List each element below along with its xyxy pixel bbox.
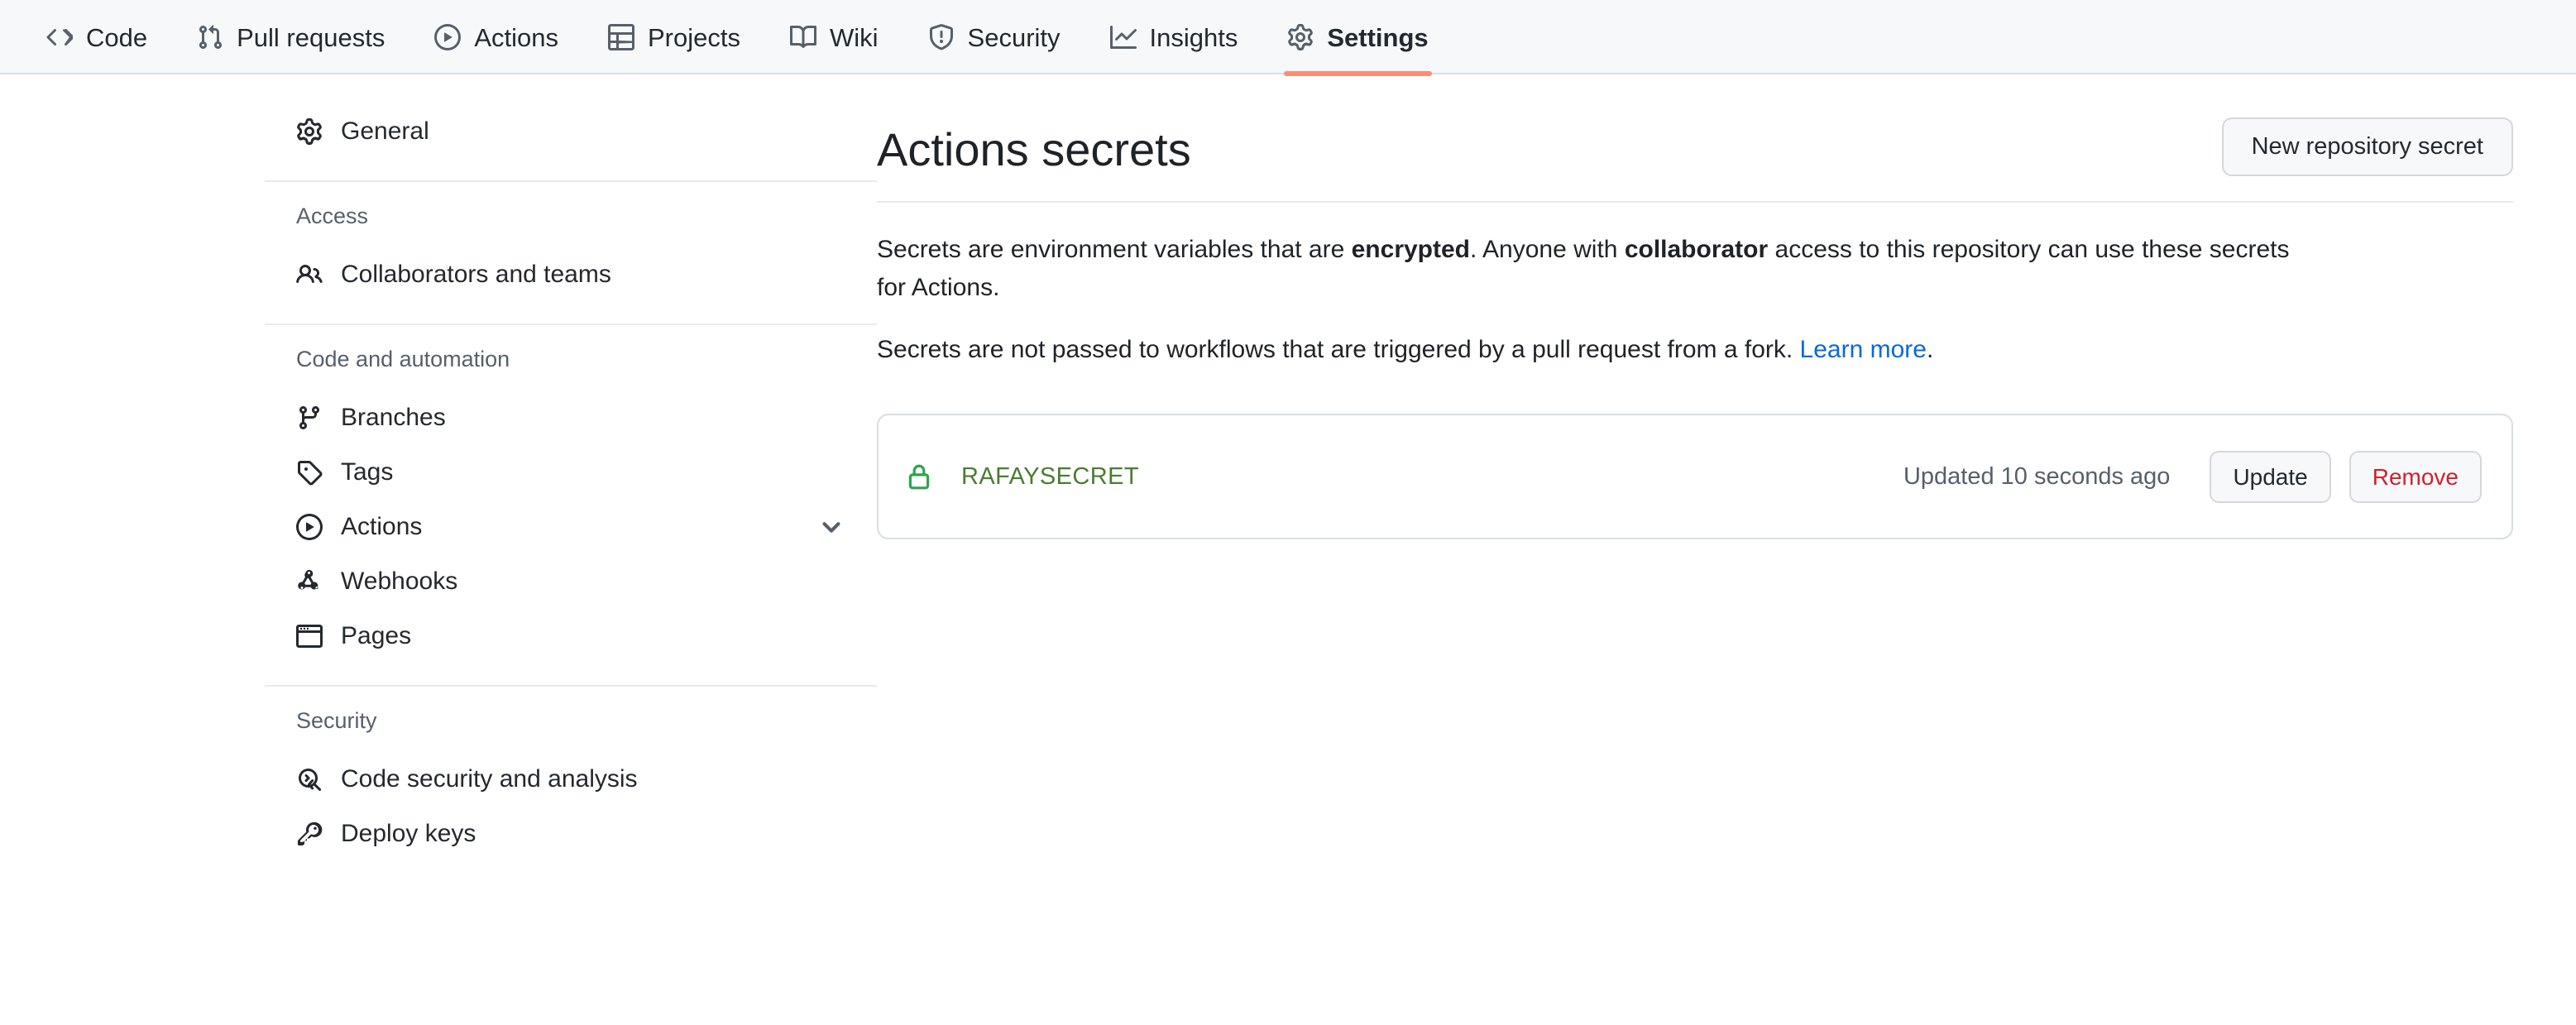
book-icon — [789, 24, 816, 50]
repo-tab-code[interactable]: Code — [22, 0, 172, 74]
desc1-bold-collaborator: collaborator — [1624, 235, 1769, 263]
desc1-part1: Secrets are environment variables that a… — [877, 235, 1352, 263]
main-header: Actions secrets New repository secret — [877, 106, 2513, 203]
sidebar-divider — [265, 323, 877, 325]
secret-name[interactable]: RAFAYSECRET — [961, 463, 1139, 491]
sidebar-item-deploy-keys[interactable]: Deploy keys — [265, 807, 877, 861]
sidebar-group-title-security: Security — [296, 708, 377, 733]
repo-tab-insights[interactable]: Insights — [1085, 0, 1263, 74]
secrets-description-fork: Secrets are not passed to workflows that… — [877, 331, 2300, 370]
chevron-down-icon — [819, 515, 844, 539]
play-circle-icon — [296, 514, 323, 540]
key-icon — [296, 821, 323, 847]
sidebar-item-tags[interactable]: Tags — [265, 445, 877, 500]
codescan-icon — [296, 766, 323, 793]
sidebar-item-label: Deploy keys — [341, 820, 476, 847]
secret-row: RAFAYSECRET Updated 10 seconds ago Update R… — [877, 414, 2513, 540]
main-content: Actions secrets New repository secret Se… — [877, 104, 2576, 861]
repo-tab-label: Pull requests — [237, 22, 385, 52]
update-secret-button[interactable]: Update — [2210, 450, 2331, 504]
sidebar-item-code-security-and-analysis[interactable]: Code security and analysis — [265, 752, 877, 807]
page-title: Actions secrets — [877, 123, 1191, 175]
repo-tab-label: Actions — [474, 22, 558, 52]
repo-tab-label: Insights — [1149, 22, 1238, 52]
shield-alert-icon — [928, 24, 955, 50]
repo-tab-label: Wiki — [829, 22, 879, 52]
sidebar-divider — [265, 685, 877, 687]
browser-icon — [296, 623, 323, 649]
repo-tab-pull-requests[interactable]: Pull requests — [172, 0, 409, 74]
sidebar-item-label: Webhooks — [341, 568, 458, 595]
repo-nav: Code Pull requests Actions Projects Wiki Secu… — [0, 0, 2576, 76]
page-body: General Access Collaborators and teams Code… — [0, 74, 2576, 861]
sidebar-item-label: Pages — [341, 622, 412, 649]
active-tab-underline — [1284, 71, 1432, 76]
git-pull-request-icon — [197, 24, 223, 50]
sidebar-item-branches[interactable]: Branches — [265, 390, 877, 445]
repo-tab-actions[interactable]: Actions — [409, 0, 583, 74]
secrets-list: RAFAYSECRET Updated 10 seconds ago Update R… — [877, 414, 2513, 540]
repo-nav-header: Code Pull requests Actions Projects Wiki Secu… — [0, 0, 2576, 76]
remove-secret-button[interactable]: Remove — [2349, 450, 2482, 504]
sidebar-item-label: Collaborators and teams — [341, 261, 611, 288]
graph-icon — [1109, 24, 1137, 50]
desc2-part2: . — [1926, 335, 1934, 363]
lock-icon — [905, 462, 933, 491]
sidebar-item-collaborators-and-teams[interactable]: Collaborators and teams — [265, 247, 877, 302]
sidebar-divider — [265, 180, 877, 182]
secret-identity: RAFAYSECRET — [905, 462, 1903, 491]
new-repository-secret-button[interactable]: New repository secret — [2221, 117, 2513, 176]
sidebar-group-title-access: Access — [296, 204, 369, 228]
sidebar-item-label: Branches — [341, 404, 446, 431]
sidebar-item-label: General — [341, 117, 429, 145]
repo-tab-label: Security — [967, 22, 1061, 52]
repo-tab-label: Projects — [648, 22, 740, 52]
webhook-icon — [296, 568, 323, 595]
secret-updated-timestamp: Updated 10 seconds ago — [1903, 462, 2171, 490]
settings-sidebar: General Access Collaborators and teams Code… — [0, 104, 877, 861]
secrets-description-primary: Secrets are environment variables that a… — [877, 231, 2300, 308]
tag-icon — [296, 459, 323, 486]
learn-more-link[interactable]: Learn more — [1800, 336, 1927, 363]
sidebar-item-label: Code security and analysis — [341, 765, 638, 793]
sidebar-item-label: Actions — [341, 513, 423, 540]
sidebar-item-webhooks[interactable]: Webhooks — [265, 554, 877, 609]
gear-icon — [296, 118, 323, 145]
repo-tab-projects[interactable]: Projects — [583, 0, 765, 74]
sidebar-item-label: Tags — [341, 458, 394, 486]
sidebar-item-pages[interactable]: Pages — [265, 609, 877, 663]
code-icon — [46, 24, 73, 50]
sidebar-item-general[interactable]: General — [265, 104, 877, 159]
repo-tab-settings[interactable]: Settings — [1262, 0, 1453, 76]
secret-actions: Updated 10 seconds ago Update Remove — [1903, 450, 2482, 504]
gear-icon — [1287, 24, 1314, 50]
sidebar-group-title-code-and-automation: Code and automation — [296, 347, 510, 371]
desc2-part1: Secrets are not passed to workflows that… — [877, 335, 1800, 363]
desc1-part2: . Anyone with — [1470, 235, 1625, 263]
people-icon — [296, 261, 323, 288]
repo-tab-security[interactable]: Security — [903, 0, 1085, 74]
sidebar-item-actions[interactable]: Actions — [265, 500, 877, 554]
repo-tab-label: Code — [86, 22, 148, 52]
play-circle-icon — [434, 24, 462, 50]
table-icon — [608, 24, 634, 50]
repo-tab-wiki[interactable]: Wiki — [765, 0, 903, 74]
repo-tab-label: Settings — [1327, 22, 1429, 52]
git-branch-icon — [296, 405, 323, 431]
desc1-bold-encrypted: encrypted — [1351, 235, 1471, 263]
